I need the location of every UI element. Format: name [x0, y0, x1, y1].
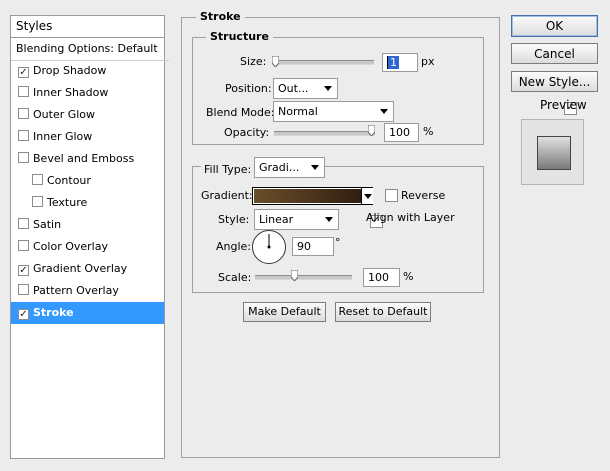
scale-input[interactable]: 100: [363, 268, 400, 287]
style-dropdown[interactable]: Linear: [254, 209, 339, 230]
style-item-label: Outer Glow: [33, 108, 96, 121]
style-item-outer-glow[interactable]: Outer Glow: [11, 104, 164, 126]
new-style-button[interactable]: New Style...: [511, 71, 598, 92]
opacity-value: 100: [389, 126, 410, 139]
style-item-inner-shadow[interactable]: Inner Shadow: [11, 82, 164, 104]
style-value: Linear: [259, 213, 294, 226]
chevron-down-icon: [380, 109, 388, 114]
style-item-label: Pattern Overlay: [33, 284, 119, 297]
style-item-checkbox[interactable]: [18, 152, 29, 163]
scale-slider-track[interactable]: [255, 275, 352, 280]
style-item-checkbox[interactable]: ✓: [18, 67, 29, 78]
style-item-contour[interactable]: Contour: [11, 170, 164, 192]
style-item-label: Bevel and Emboss: [33, 152, 135, 165]
style-item-label: Drop Shadow: [33, 64, 107, 77]
style-item-label: Inner Shadow: [33, 86, 109, 99]
reverse-label: Reverse: [401, 189, 446, 202]
style-item-checkbox[interactable]: [18, 284, 29, 295]
style-item-checkbox[interactable]: ✓: [18, 309, 29, 320]
style-item-checkbox[interactable]: [18, 86, 29, 97]
style-item-checkbox[interactable]: [18, 218, 29, 229]
position-label: Position:: [225, 82, 272, 95]
scale-label: Scale:: [218, 271, 252, 284]
chevron-down-icon: [324, 86, 332, 91]
size-slider-thumb[interactable]: [272, 56, 279, 67]
size-slider-track[interactable]: [272, 60, 374, 65]
position-value: Out...: [278, 82, 309, 95]
angle-input[interactable]: 90: [292, 237, 334, 256]
size-input[interactable]: 1: [382, 53, 418, 72]
blend-mode-dropdown[interactable]: Normal: [273, 101, 394, 122]
style-item-label: Gradient Overlay: [33, 262, 128, 275]
scale-slider-thumb[interactable]: [291, 270, 298, 281]
blend-mode-label: Blend Mode:: [206, 106, 275, 119]
opacity-input[interactable]: 100: [384, 123, 419, 142]
fill-type-label: Fill Type:: [201, 163, 255, 176]
style-item-checkbox[interactable]: [32, 174, 43, 185]
style-item-checkbox[interactable]: [18, 240, 29, 251]
style-item-pattern-overlay[interactable]: Pattern Overlay: [11, 280, 164, 302]
chevron-down-icon: [311, 165, 319, 170]
angle-dial[interactable]: [251, 229, 287, 265]
fill-type-value: Gradi...: [259, 161, 300, 174]
gradient-label: Gradient:: [201, 189, 253, 202]
preview-panel: [521, 119, 584, 185]
style-item-stroke[interactable]: ✓ Stroke: [11, 302, 164, 324]
gradient-picker[interactable]: [252, 187, 373, 205]
style-item-inner-glow[interactable]: Inner Glow: [11, 126, 164, 148]
make-default-button[interactable]: Make Default: [243, 302, 326, 322]
style-item-label: Satin: [33, 218, 62, 231]
opacity-unit: %: [423, 125, 434, 138]
preview-swatch: [537, 136, 571, 170]
fill-type-dropdown[interactable]: Gradi...: [254, 157, 325, 178]
size-value: 1: [387, 56, 399, 69]
style-item-label: Contour: [47, 174, 91, 187]
scale-value: 100: [368, 271, 389, 284]
style-item-satin[interactable]: Satin: [11, 214, 164, 236]
opacity-slider-thumb[interactable]: [368, 125, 375, 136]
style-item-gradient-overlay[interactable]: ✓ Gradient Overlay: [11, 258, 164, 280]
style-label: Style:: [218, 213, 250, 226]
chevron-down-icon: [325, 217, 333, 222]
style-item-checkbox[interactable]: [18, 108, 29, 119]
styles-list: Blending Options: Default ✓ Drop Shadow Inn…: [10, 38, 169, 459]
structure-title: Structure: [206, 30, 273, 43]
angle-value: 90: [297, 240, 311, 253]
gradient-dropdown-button[interactable]: [361, 188, 373, 204]
size-label: Size:: [240, 55, 267, 68]
style-item-checkbox[interactable]: ✓: [18, 265, 29, 276]
opacity-label: Opacity:: [224, 126, 270, 139]
style-item-label: Color Overlay: [33, 240, 108, 253]
style-item-color-overlay[interactable]: Color Overlay: [11, 236, 164, 258]
gradient-swatch[interactable]: [254, 189, 371, 203]
position-dropdown[interactable]: Out...: [273, 78, 338, 99]
style-item-blending-options-default[interactable]: Blending Options: Default: [11, 38, 169, 61]
opacity-slider-track[interactable]: [274, 131, 375, 136]
style-item-drop-shadow[interactable]: ✓ Drop Shadow: [11, 60, 164, 82]
stroke-section-title: Stroke: [196, 10, 245, 23]
blend-mode-value: Normal: [278, 105, 318, 118]
chevron-down-icon: [364, 194, 372, 199]
style-item-checkbox[interactable]: [32, 196, 43, 207]
reverse-checkbox[interactable]: [385, 189, 398, 202]
style-item-bevel-and-emboss[interactable]: Bevel and Emboss: [11, 148, 164, 170]
style-item-checkbox[interactable]: [18, 130, 29, 141]
style-item-label: Texture: [47, 196, 88, 209]
style-item-texture[interactable]: Texture: [11, 192, 164, 214]
cancel-button[interactable]: Cancel: [511, 43, 598, 64]
scale-unit: %: [403, 270, 414, 283]
angle-label: Angle:: [216, 240, 252, 253]
style-item-label: Stroke: [33, 306, 74, 319]
styles-title: Styles: [16, 19, 53, 33]
preview-label: Preview: [540, 98, 587, 112]
size-unit: px: [421, 55, 435, 68]
style-item-label: Blending Options: Default: [16, 42, 158, 55]
reset-to-default-button[interactable]: Reset to Default: [335, 302, 431, 322]
align-with-layer-label: Align with Layer: [366, 211, 455, 224]
angle-unit: °: [335, 236, 341, 249]
styles-header[interactable]: Styles: [10, 15, 165, 38]
ok-button[interactable]: OK: [511, 15, 598, 37]
style-item-label: Inner Glow: [33, 130, 93, 143]
